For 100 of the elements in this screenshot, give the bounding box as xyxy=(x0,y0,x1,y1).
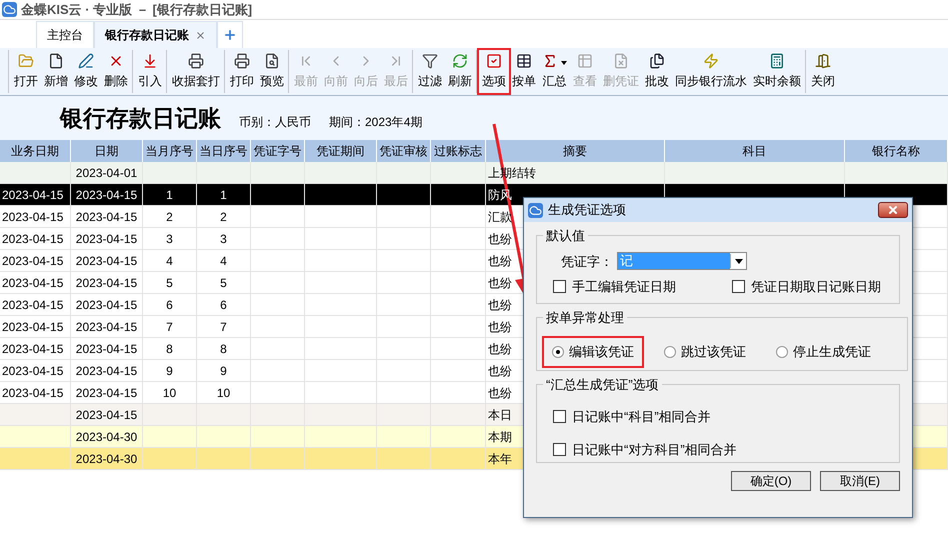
table-cell-text: 2023-04-15 xyxy=(76,340,138,358)
toolbar-button[interactable]: 新增 xyxy=(41,50,71,93)
toolbar-button[interactable]: 打开 xyxy=(11,50,41,93)
checkbox-label: 凭证日期取日记账日期 xyxy=(751,278,881,296)
table-cell-text: 4 xyxy=(220,252,227,270)
refresh-icon xyxy=(452,53,468,69)
table-cell-text: 也纷 xyxy=(488,340,512,358)
table-cell-text: 2023-04-15 xyxy=(76,362,138,380)
files-icon xyxy=(649,53,665,69)
page-icon xyxy=(48,53,64,69)
table-cell-text: 本年 xyxy=(488,450,512,468)
table-cell-text: 2023-04-15 xyxy=(2,274,64,292)
dropdown-arrow-icon xyxy=(730,254,746,268)
window-title: 金蝶KIS云 · 专业版 － [银行存款日记账] xyxy=(21,0,252,19)
table-cell-text: 5 xyxy=(220,274,227,292)
calculator-icon xyxy=(769,53,785,69)
toolbar-button[interactable]: 预览 xyxy=(257,50,287,93)
table-cell-text: 也纷 xyxy=(488,318,512,336)
filter-icon xyxy=(422,53,438,69)
toolbar-button[interactable]: 刷新 xyxy=(445,50,475,93)
table-cell-text: 9 xyxy=(166,362,173,380)
table-cell-text: 2023-04-15 xyxy=(76,296,138,314)
close-tab-icon[interactable] xyxy=(195,30,206,40)
table-cell-text: 也纷 xyxy=(488,230,512,248)
table-cell-text: 也纷 xyxy=(488,296,512,314)
table-cell-text: 2023-04-15 xyxy=(2,230,64,248)
import-icon xyxy=(142,53,158,69)
group-title: 默认值 xyxy=(545,227,586,245)
table-cell-text: 8 xyxy=(166,340,173,358)
checkbox[interactable] xyxy=(553,443,566,456)
table-cell-text: 2023-04-15 xyxy=(2,296,64,314)
table-cell-text: 也纷 xyxy=(488,274,512,292)
table-cell-text: 2023-04-15 xyxy=(76,318,138,336)
table-cell-text: 2023-04-15 xyxy=(76,406,138,424)
printer-icon xyxy=(234,53,250,69)
table-cell-text: 2023-04-15 xyxy=(76,384,138,402)
toolbar-button[interactable]: 按单 xyxy=(509,50,539,93)
table-cell-text: 2023-04-15 xyxy=(76,252,138,270)
checkbox[interactable] xyxy=(553,410,566,423)
table-cell-text: 也纷 xyxy=(488,362,512,380)
checkbox[interactable] xyxy=(732,280,745,294)
period-label: 期间：2023年4期 xyxy=(329,114,422,131)
toolbar-button[interactable]: 引入 xyxy=(135,50,165,93)
table-cell-text: 2 xyxy=(166,208,173,226)
caret-icon xyxy=(561,61,567,65)
toolbar-button[interactable]: 收据套打 xyxy=(169,50,223,93)
toolbar-button[interactable]: 删除 xyxy=(101,50,131,93)
checkbox[interactable] xyxy=(553,280,566,294)
delete-file-icon xyxy=(613,53,629,69)
toolbar-button[interactable]: 过滤 xyxy=(415,50,445,93)
table-cell-text: 10 xyxy=(216,384,230,402)
printer-icon xyxy=(188,53,204,69)
toolbar-button[interactable]: 同步银行流水 xyxy=(672,50,750,93)
checkbox-icon xyxy=(486,53,502,69)
table-cell-text: 2023-04-01 xyxy=(76,164,138,182)
table-cell-text: 7 xyxy=(166,318,173,336)
table-cell-text: 也纷 xyxy=(488,252,512,270)
table-cell-text: 6 xyxy=(166,296,173,314)
table-cell-text: 3 xyxy=(220,230,227,248)
checkbox-label: 日记账中“科目”相同合并 xyxy=(572,408,711,426)
sync-icon xyxy=(703,53,719,69)
table-cell-text: 2023-04-15 xyxy=(2,340,64,358)
table-cell-text: 3 xyxy=(166,230,173,248)
toolbar-button[interactable]: 打印 xyxy=(227,50,257,93)
table-cell-text: 2023-04-30 xyxy=(76,450,138,468)
table-cell-text: 2023-04-30 xyxy=(76,428,138,446)
plus-icon xyxy=(223,28,237,42)
table-cell-text: 1 xyxy=(166,186,173,204)
table-cell-text: 2023-04-15 xyxy=(2,318,64,336)
field-label: 凭证字： xyxy=(561,252,613,270)
table-cell-text: 5 xyxy=(166,274,173,292)
new-tab-button[interactable] xyxy=(217,21,243,48)
table-icon xyxy=(516,53,532,69)
dialog-button[interactable]: 确定(O) xyxy=(731,471,811,491)
folder-icon xyxy=(18,53,34,69)
dialog-button[interactable]: 取消(E) xyxy=(820,471,900,491)
table-cell-text: 2023-04-15 xyxy=(2,252,64,270)
tab[interactable]: 银行存款日记账 xyxy=(94,21,217,48)
table-cell-text: 2023-04-15 xyxy=(2,362,64,380)
table-cell-text: 2023-04-15 xyxy=(2,384,64,402)
toolbar-button[interactable]: 关闭 xyxy=(808,50,838,93)
toolbar-button[interactable]: 汇总 xyxy=(539,50,570,93)
table-cell-text: 本日 xyxy=(488,406,512,424)
table-cell-text: 2 xyxy=(220,208,227,226)
currency-label: 币别：人民币 xyxy=(239,114,311,131)
close-button[interactable] xyxy=(878,202,908,218)
table-cell-text: 2023-04-15 xyxy=(76,274,138,292)
table-cell-text: 2023-04-15 xyxy=(2,208,64,226)
table-icon xyxy=(577,53,593,69)
checkbox-label: 手工编辑凭证日期 xyxy=(572,278,676,296)
toolbar-button[interactable]: 修改 xyxy=(71,50,101,93)
table-cell-text: 4 xyxy=(166,252,173,270)
pen-icon xyxy=(78,53,94,69)
table-cell-text: 6 xyxy=(220,296,227,314)
toolbar-button[interactable]: 批改 xyxy=(642,50,672,93)
report-title: 银行存款日记账 xyxy=(60,104,221,133)
toolbar-button[interactable]: 实时余额 xyxy=(750,50,804,93)
tab[interactable]: 主控台 xyxy=(36,21,94,48)
toolbar-button[interactable]: 选项 xyxy=(479,50,509,93)
dialog-logo-icon xyxy=(528,202,543,218)
